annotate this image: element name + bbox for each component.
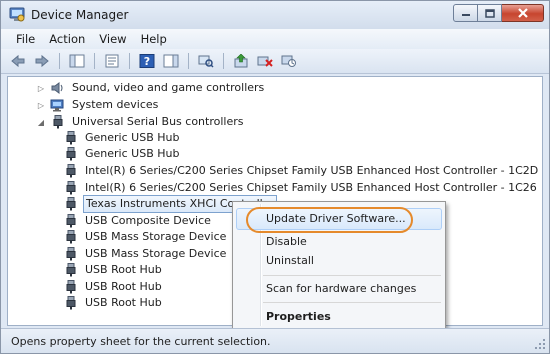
tree-device-usb-root-hub[interactable]: USB Root Hub xyxy=(63,295,164,311)
tree-device-usb-root-hub[interactable]: USB Root Hub xyxy=(63,279,164,295)
tree-device-label: Intel(R) 6 Series/C200 Series Chipset Fa… xyxy=(85,164,539,177)
tree-category-system-devices[interactable]: ▷ System devices xyxy=(36,97,160,113)
toolbar-separator xyxy=(223,53,224,69)
tree-device-generic-usb-hub[interactable]: Generic USB Hub xyxy=(63,130,181,146)
minimize-icon xyxy=(461,14,470,16)
menu-separator xyxy=(263,302,441,303)
usb-plug-icon xyxy=(63,280,79,294)
toolbar-separator xyxy=(94,53,95,69)
expand-arrow-icon[interactable]: ▷ xyxy=(36,100,46,110)
usb-plug-icon xyxy=(63,181,79,195)
collapse-arrow-icon[interactable]: ◢ xyxy=(36,117,46,127)
forward-icon xyxy=(35,54,49,68)
uninstall-button[interactable] xyxy=(254,51,276,71)
tree-device-generic-usb-hub[interactable]: Generic USB Hub xyxy=(63,146,181,162)
scan-hardware-button[interactable] xyxy=(195,51,217,71)
tree-device-label: USB Mass Storage Device xyxy=(85,230,227,243)
menu-view[interactable]: View xyxy=(92,29,133,49)
device-manager-window: Device Manager File Action View Help ? ▷… xyxy=(0,0,550,354)
scan-hardware-icon xyxy=(198,55,214,68)
status-bar: Opens property sheet for the current sel… xyxy=(1,328,549,353)
toolbar-separator xyxy=(59,53,60,69)
tree-device-label: USB Composite Device xyxy=(85,214,211,227)
properties-icon xyxy=(105,54,119,68)
toolbar: ? xyxy=(1,49,549,74)
usb-plug-icon xyxy=(63,147,79,161)
menu-item-properties[interactable]: Properties xyxy=(236,306,442,328)
usb-plug-icon xyxy=(50,115,66,129)
menu-separator xyxy=(263,275,441,276)
forward-button[interactable] xyxy=(31,51,53,71)
resize-grip-icon[interactable] xyxy=(534,338,546,350)
show-hide-console-tree-button[interactable] xyxy=(66,51,88,71)
show-hide-console-tree-icon xyxy=(69,54,85,68)
tree-category-usb-controllers[interactable]: ◢ Universal Serial Bus controllers xyxy=(36,114,245,130)
toolbar-separator xyxy=(129,53,130,69)
tree-device-label: USB Mass Storage Device xyxy=(85,247,227,260)
maximize-button[interactable] xyxy=(478,4,502,22)
help-icon: ? xyxy=(139,54,155,68)
maximize-icon xyxy=(484,8,495,18)
toolbar-separator xyxy=(188,53,189,69)
usb-plug-icon xyxy=(63,263,79,277)
menu-help[interactable]: Help xyxy=(134,29,174,49)
help-button[interactable]: ? xyxy=(136,51,158,71)
uninstall-icon xyxy=(257,56,273,67)
menu-action[interactable]: Action xyxy=(42,29,92,49)
tree-category-label: System devices xyxy=(72,98,159,111)
title-bar[interactable]: Device Manager xyxy=(1,1,549,29)
usb-plug-icon xyxy=(63,197,79,211)
device-manager-app-icon xyxy=(9,7,25,22)
tree-category-label: Sound, video and game controllers xyxy=(72,81,265,94)
properties-button[interactable] xyxy=(101,51,123,71)
svg-text:?: ? xyxy=(144,55,150,68)
tree-device-intel-host-controller-1c26[interactable]: Intel(R) 6 Series/C200 Series Chipset Fa… xyxy=(63,180,539,196)
tree-device-intel-host-controller-1c2d[interactable]: Intel(R) 6 Series/C200 Series Chipset Fa… xyxy=(63,163,540,179)
usb-plug-icon xyxy=(63,131,79,145)
expand-arrow-icon[interactable]: ▷ xyxy=(36,83,46,93)
show-hide-action-pane-icon xyxy=(163,54,179,68)
usb-plug-icon xyxy=(63,296,79,310)
tree-device-label: Generic USB Hub xyxy=(85,131,180,144)
tree-device-label: USB Root Hub xyxy=(85,280,162,293)
tree-device-label: Intel(R) 6 Series/C200 Series Chipset Fa… xyxy=(85,181,537,194)
disable-button[interactable] xyxy=(278,51,300,71)
system-devices-icon xyxy=(50,98,66,112)
speaker-icon xyxy=(50,81,66,95)
usb-plug-icon xyxy=(63,214,79,228)
show-hide-action-pane-button[interactable] xyxy=(160,51,182,71)
disable-icon xyxy=(281,55,296,67)
tree-device-usb-composite[interactable]: USB Composite Device xyxy=(63,213,213,229)
tree-category-label: Universal Serial Bus controllers xyxy=(72,115,244,128)
back-button[interactable] xyxy=(7,51,29,71)
status-text: Opens property sheet for the current sel… xyxy=(11,334,271,348)
usb-plug-icon xyxy=(63,230,79,244)
window-title: Device Manager xyxy=(31,8,129,22)
highlight-annotation-ring xyxy=(246,207,413,233)
tree-device-usb-root-hub[interactable]: USB Root Hub xyxy=(63,262,164,278)
update-driver-icon xyxy=(234,54,248,68)
usb-plug-icon xyxy=(63,164,79,178)
tree-device-label: USB Root Hub xyxy=(85,263,162,276)
back-icon xyxy=(11,54,25,68)
menu-file[interactable]: File xyxy=(9,29,42,49)
close-button[interactable] xyxy=(502,4,544,22)
menu-bar: File Action View Help xyxy=(1,29,549,49)
tree-device-label: USB Root Hub xyxy=(85,296,162,309)
usb-plug-icon xyxy=(63,247,79,261)
tree-device-usb-mass-storage[interactable]: USB Mass Storage Device xyxy=(63,229,228,245)
tree-device-label: Generic USB Hub xyxy=(85,147,180,160)
update-driver-button[interactable] xyxy=(230,51,252,71)
tree-category-sound[interactable]: ▷ Sound, video and game controllers xyxy=(36,80,266,96)
tree-device-usb-mass-storage[interactable]: USB Mass Storage Device xyxy=(63,246,228,262)
menu-item-scan-hardware-changes[interactable]: Scan for hardware changes xyxy=(236,278,442,300)
minimize-button[interactable] xyxy=(453,4,478,22)
menu-item-uninstall[interactable]: Uninstall xyxy=(236,250,442,272)
close-icon xyxy=(517,8,528,18)
